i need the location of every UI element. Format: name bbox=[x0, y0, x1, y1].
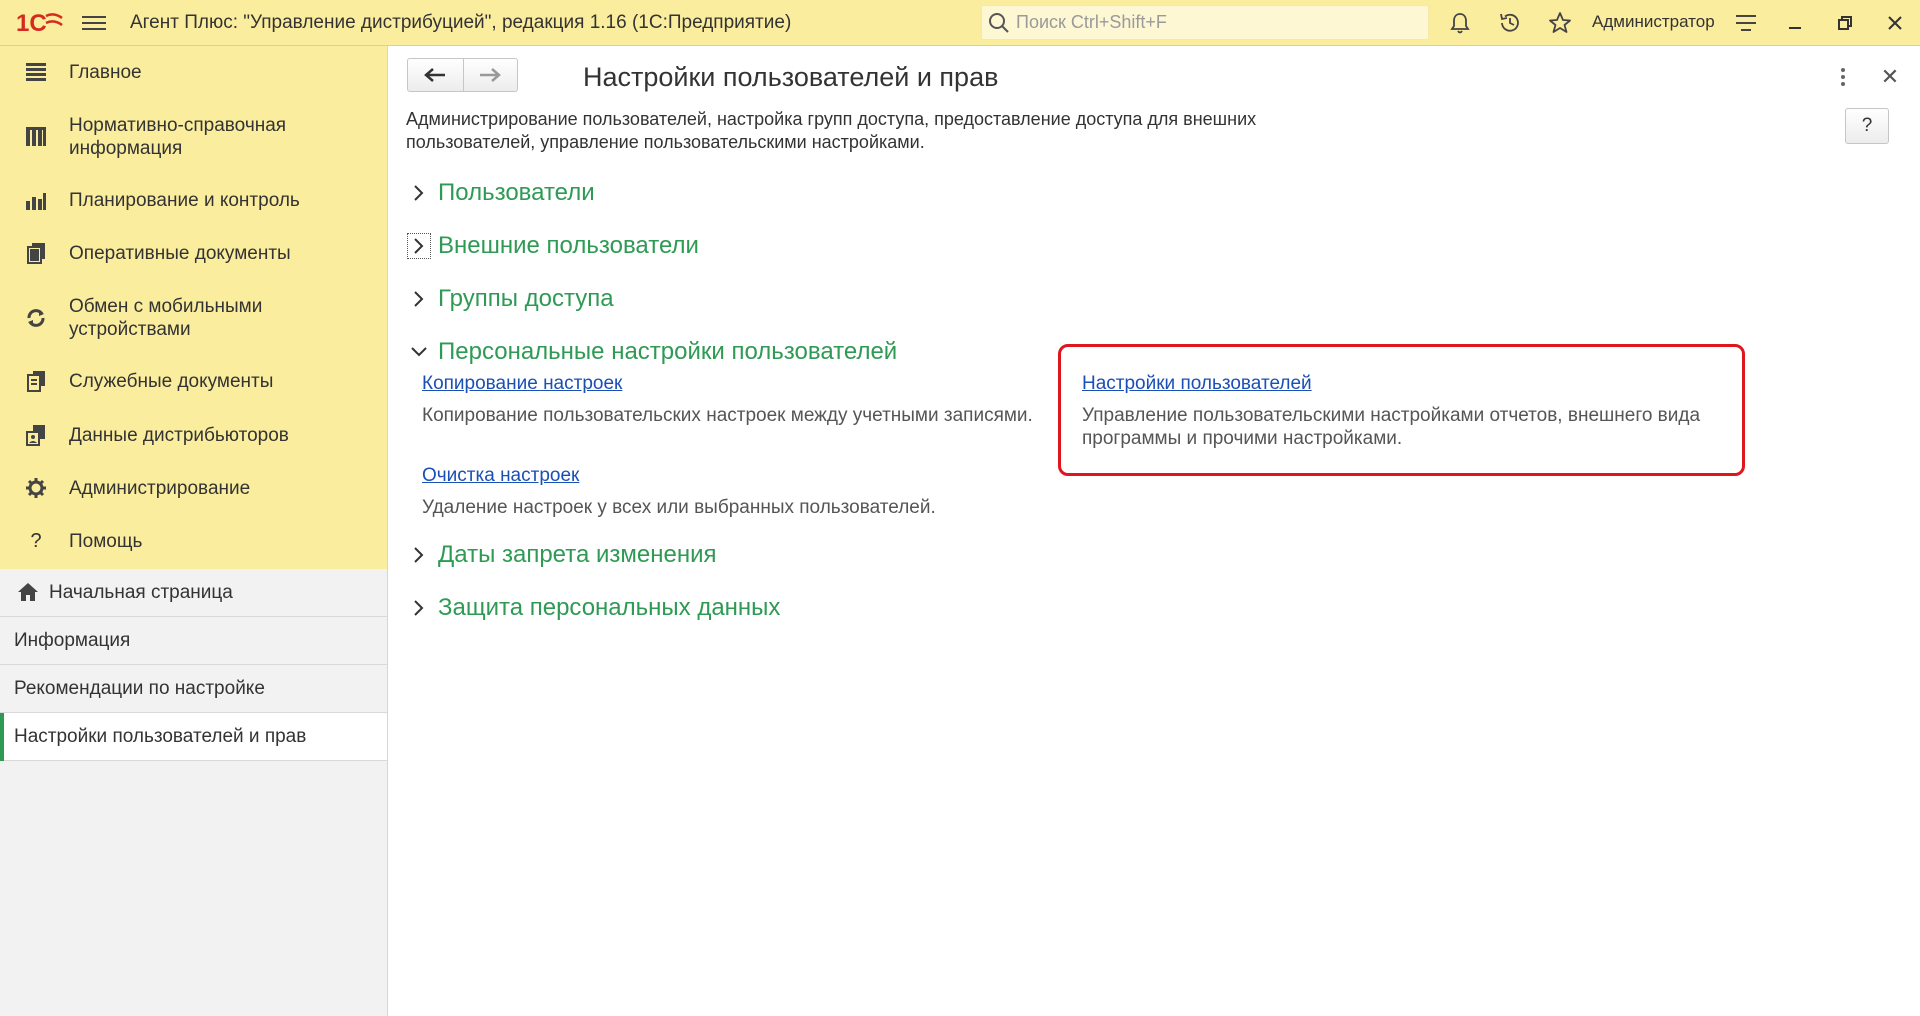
page-description: Администрирование пользователей, настрой… bbox=[406, 109, 1257, 152]
group-personal-data-protection[interactable]: Защита персональных данных bbox=[410, 594, 780, 622]
distributor-icon bbox=[24, 423, 48, 447]
group-external-users[interactable]: Внешние пользователи bbox=[407, 232, 699, 260]
chart-icon bbox=[24, 188, 48, 212]
question-icon: ? bbox=[30, 529, 42, 552]
documents-icon bbox=[24, 241, 48, 265]
clear-settings-description: Удаление настроек у всех или выбранных п… bbox=[422, 497, 936, 518]
page-title: Настройки пользователей и прав bbox=[583, 62, 999, 92]
group-personal-settings[interactable]: Персональные настройки пользователей bbox=[410, 338, 897, 366]
chevron-right-icon bbox=[410, 180, 428, 206]
chevron-right-icon bbox=[410, 542, 428, 568]
group-label: Группы доступа bbox=[438, 285, 614, 312]
service-docs-icon bbox=[24, 369, 48, 393]
section-operational-docs[interactable]: Оперативные документы bbox=[0, 239, 387, 267]
arrow-right-icon bbox=[480, 68, 502, 82]
chevron-down-icon bbox=[410, 339, 428, 365]
open-window-info[interactable]: Информация bbox=[0, 617, 387, 665]
open-window-label: Рекомендации по настройке bbox=[14, 677, 265, 699]
chevron-right-icon bbox=[410, 595, 428, 621]
close-window-icon[interactable] bbox=[1880, 8, 1910, 38]
search-input[interactable] bbox=[1016, 12, 1416, 33]
group-users[interactable]: Пользователи bbox=[410, 179, 595, 207]
section-label: Служебные документы bbox=[69, 370, 274, 392]
forward-button[interactable] bbox=[462, 59, 518, 91]
section-label: Данные дистрибьюторов bbox=[69, 424, 289, 446]
section-label: Нормативно-справочная информация bbox=[69, 115, 287, 159]
section-administration[interactable]: Администрирование bbox=[0, 474, 387, 502]
user-name[interactable]: Администратор bbox=[1592, 12, 1715, 32]
group-access-groups[interactable]: Группы доступа bbox=[410, 285, 614, 313]
copy-settings-link[interactable]: Копирование настроек bbox=[422, 373, 622, 395]
svg-text:1С: 1С bbox=[16, 10, 47, 36]
app-title: Агент Плюс: "Управление дистрибуцией", р… bbox=[130, 12, 792, 33]
restore-icon[interactable] bbox=[1830, 8, 1860, 38]
section-label: Главное bbox=[69, 61, 142, 83]
main-content: Настройки пользователей и прав ✕ ? Админ… bbox=[389, 46, 1920, 1016]
nav-buttons bbox=[407, 58, 518, 92]
chevron-right-icon bbox=[410, 286, 428, 312]
back-button[interactable] bbox=[408, 59, 463, 91]
sidebar: Главное Нормативно-справочная информация… bbox=[0, 46, 388, 1016]
open-window-recommendations[interactable]: Рекомендации по настройке bbox=[0, 665, 387, 713]
clear-settings-link[interactable]: Очистка настроек bbox=[422, 465, 579, 487]
title-bar: 1С Агент Плюс: "Управление дистрибуцией"… bbox=[0, 0, 1920, 46]
open-window-user-settings-active[interactable]: Настройки пользователей и прав bbox=[0, 713, 387, 761]
section-label: Помощь bbox=[69, 530, 143, 552]
section-label: Планирование и контроль bbox=[69, 189, 300, 211]
group-change-prohibition-dates[interactable]: Даты запрета изменения bbox=[410, 541, 716, 569]
section-planning[interactable]: Планирование и контроль bbox=[0, 186, 387, 214]
section-main[interactable]: Главное bbox=[0, 58, 387, 86]
open-window-label: Настройки пользователей и прав bbox=[14, 725, 307, 747]
open-window-label: Начальная страница bbox=[49, 581, 233, 603]
1c-logo[interactable]: 1С bbox=[16, 10, 66, 37]
open-window-home[interactable]: Начальная страница bbox=[0, 569, 387, 617]
section-label: Обмен с мобильными устройствами bbox=[69, 296, 263, 340]
open-window-label: Информация bbox=[14, 629, 131, 651]
group-label: Внешние пользователи bbox=[438, 232, 699, 259]
group-label: Даты запрета изменения bbox=[438, 541, 717, 568]
main-menu-icon[interactable] bbox=[82, 12, 106, 34]
arrow-left-icon bbox=[424, 68, 446, 82]
bell-icon[interactable] bbox=[1446, 9, 1474, 37]
chevron-right-icon bbox=[407, 233, 431, 259]
gear-icon bbox=[24, 476, 48, 500]
highlight-frame bbox=[1058, 344, 1745, 476]
history-icon[interactable] bbox=[1496, 9, 1524, 37]
group-label: Пользователи bbox=[438, 179, 595, 206]
settings-lines-icon[interactable] bbox=[1732, 9, 1760, 37]
close-form-icon[interactable]: ✕ bbox=[1877, 64, 1903, 90]
minimize-icon[interactable] bbox=[1780, 8, 1810, 38]
group-label: Персональные настройки пользователей bbox=[438, 338, 898, 365]
search-icon bbox=[989, 12, 1009, 33]
global-search[interactable] bbox=[981, 5, 1429, 40]
group-label: Защита персональных данных bbox=[438, 594, 781, 621]
sections-panel: Главное Нормативно-справочная информация… bbox=[0, 46, 387, 569]
home-icon bbox=[17, 582, 39, 607]
section-distributor-data[interactable]: Данные дистрибьюторов bbox=[0, 421, 387, 449]
catalog-icon bbox=[24, 125, 48, 149]
more-options-icon[interactable] bbox=[1833, 64, 1853, 90]
star-icon[interactable] bbox=[1546, 9, 1574, 37]
list-icon bbox=[24, 60, 48, 84]
section-mobile-exchange[interactable]: Обмен с мобильными устройствами bbox=[0, 295, 387, 341]
open-windows-list: Начальная страница Информация Рекомендац… bbox=[0, 569, 387, 761]
section-reference-info[interactable]: Нормативно-справочная информация bbox=[0, 114, 387, 160]
section-service-docs[interactable]: Служебные документы bbox=[0, 367, 387, 395]
sync-icon bbox=[24, 306, 48, 330]
section-label: Оперативные документы bbox=[69, 242, 291, 264]
help-button[interactable]: ? bbox=[1845, 108, 1889, 144]
copy-settings-description: Копирование пользовательских настроек ме… bbox=[422, 405, 1033, 426]
section-label: Администрирование bbox=[69, 477, 251, 499]
section-help[interactable]: ? Помощь bbox=[0, 527, 387, 555]
